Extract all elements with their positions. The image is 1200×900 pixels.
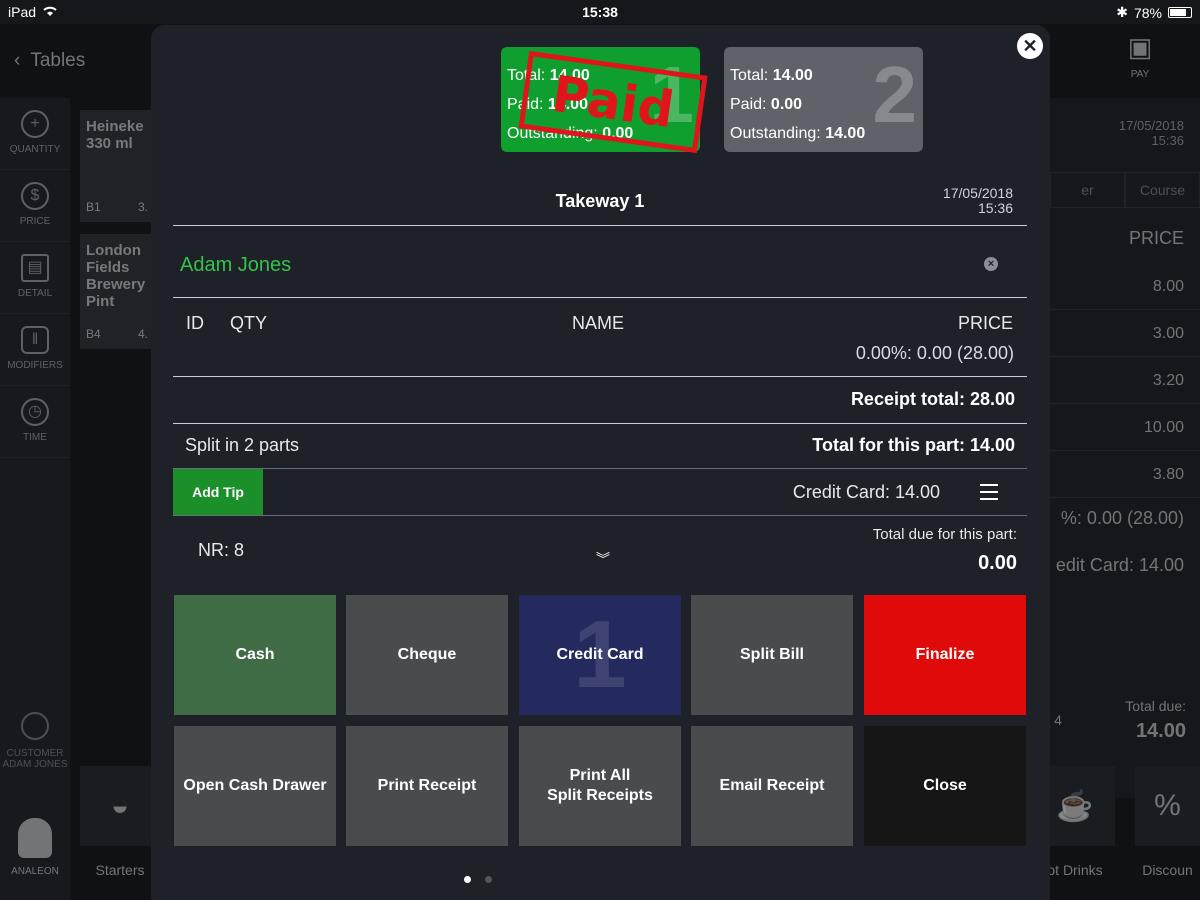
status-bar: iPad 15:38 ✱ 78% [0,0,1200,24]
receipt-time: 15:36 [977,200,1013,216]
email-receipt-button[interactable]: Email Receipt [691,726,853,846]
column-qty: QTY [230,313,268,333]
column-price: PRICE [957,313,1013,333]
divider [173,297,1027,298]
cheque-button[interactable]: Cheque [346,595,508,715]
due-label: Total due for this part: [872,526,1017,543]
split-part-card-2[interactable]: Total: 14.00 Paid: 0.00 Outstanding: 14.… [724,47,923,152]
add-tip-button[interactable]: Add Tip [173,469,263,516]
print-all-split-receipts-button[interactable]: Print All Split Receipts [519,726,681,846]
button-label: Print All [569,767,631,784]
payment-line: Credit Card: 14.00 [792,482,940,502]
button-label: Split Bill [740,646,804,663]
finalize-button[interactable]: Finalize [864,595,1026,715]
button-label: Split Receipts [547,787,653,804]
clock: 15:38 [582,4,618,20]
button-label: Print Receipt [377,777,477,794]
split-label: Split in 2 parts [185,435,300,455]
page-dot[interactable] [485,876,492,883]
button-label: Email Receipt [719,777,825,794]
part-total: 14.00 [772,67,813,84]
part-total-line: Total for this part: 14.00 [812,435,1015,455]
button-label: Credit Card [556,646,644,663]
receipt-number: NR: 8 [198,540,245,560]
due-value: 0.00 [978,552,1017,574]
column-id: ID [186,313,204,333]
button-label: Finalize [915,646,975,663]
part-paid: 0.00 [770,96,803,113]
credit-card-button[interactable]: 1 Credit Card [519,595,681,715]
divider [173,515,1027,516]
button-label: Cheque [397,646,457,663]
close-button[interactable]: Close [864,726,1026,846]
close-icon[interactable]: ✕ [1017,33,1043,59]
button-label: Close [923,777,967,794]
clear-customer-icon[interactable]: × [984,257,998,271]
receipt-date: 17/05/2018 [942,185,1013,201]
part-outstanding-label: Outstanding: [730,125,821,142]
battery-percent: 78% [1133,4,1162,21]
bluetooth-icon: ✱ [1116,4,1128,20]
cash-button[interactable]: Cash [174,595,336,715]
print-receipt-button[interactable]: Print Receipt [346,726,508,846]
customer-name[interactable]: Adam Jones [180,254,291,277]
receipt-datetime: 17/05/2018 15:36 [943,186,1013,216]
receipt-total: Receipt total: 28.00 [850,389,1015,409]
receipt-title: Takeway 1 [555,191,645,211]
payment-modal: ✕ Total: 14.00 Paid: 14.00 Outstanding: … [151,25,1050,900]
page-dot-active[interactable] [464,876,471,883]
chevron-down-icon[interactable]: ︾ [596,549,610,569]
tax-line: 0.00%: 0.00 (28.00) [855,343,1014,363]
hamburger-menu-icon[interactable] [980,484,998,500]
part-total-label: Total: [730,67,769,84]
part-outstanding: 14.00 [825,125,866,142]
divider [173,423,1027,424]
split-bill-button[interactable]: Split Bill [691,595,853,715]
button-label: Open Cash Drawer [183,777,327,794]
divider [173,376,1027,377]
battery-icon [1168,7,1192,18]
column-name: NAME [572,313,625,333]
button-label: Cash [235,646,275,663]
divider [173,225,1027,226]
part-paid-label: Paid: [730,96,767,113]
divider [173,468,1027,469]
open-cash-drawer-button[interactable]: Open Cash Drawer [174,726,336,846]
part-number: 2 [872,50,918,139]
page-indicator [464,876,492,883]
